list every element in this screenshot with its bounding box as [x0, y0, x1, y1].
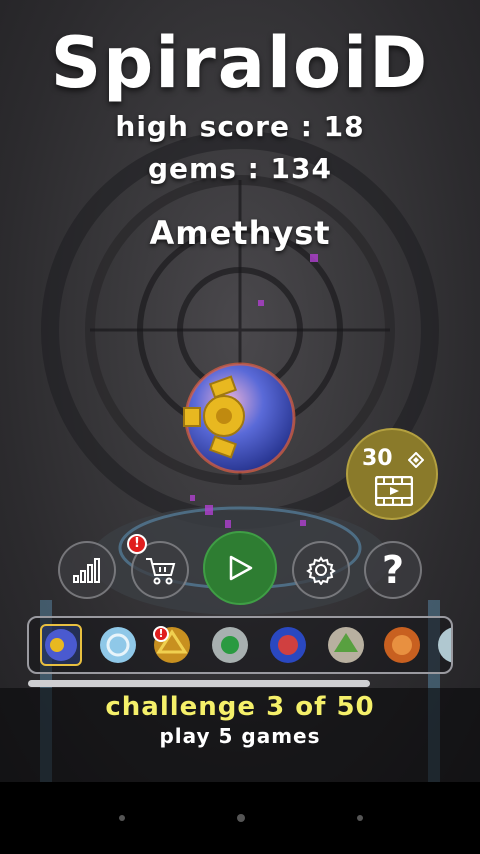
cart-icon [146, 558, 176, 585]
nav-back-button[interactable] [119, 815, 125, 821]
selected-ball-name: Amethyst [149, 214, 331, 252]
challenge-panel: challenge 3 of 50 play 5 games [0, 688, 480, 782]
ball-option-6[interactable] [325, 624, 367, 666]
settings-button[interactable] [292, 541, 350, 599]
gear-icon [306, 556, 336, 585]
ball-thumbnail [384, 627, 420, 663]
shop-alert-badge: ! [127, 534, 147, 554]
ball-thumbnail [100, 627, 136, 663]
nav-home-button[interactable] [237, 814, 245, 822]
nav-recents-button[interactable] [357, 815, 363, 821]
bar-chart-icon [73, 558, 100, 583]
reward-amount: 30 [362, 446, 393, 471]
watch-video-reward-button[interactable]: 30 [346, 428, 438, 520]
ball-thumbnail [328, 627, 364, 663]
ball-option-7[interactable] [381, 624, 423, 666]
player-ball [183, 362, 296, 474]
high-score: high score : 18 [115, 110, 365, 143]
play-icon [229, 555, 253, 581]
android-nav-bar [0, 782, 480, 854]
help-label: ? [381, 548, 405, 592]
game-scene: SpiraloiD high score : 18 gems : 134 Ame… [0, 0, 480, 782]
ball-option-2[interactable] [97, 624, 139, 666]
ball-thumbnail [45, 629, 77, 661]
ball-thumbnail [438, 627, 451, 663]
challenge-description: play 5 games [159, 724, 321, 748]
gem-icon [408, 452, 424, 468]
film-play-icon [375, 476, 413, 506]
ball-option-8[interactable] [435, 624, 451, 666]
play-button[interactable] [203, 531, 277, 605]
gem-count: gems : 134 [147, 152, 332, 185]
ball-3-alert-badge: ! [153, 626, 169, 642]
ball-option-4[interactable] [209, 624, 251, 666]
ball-thumbnail [270, 627, 306, 663]
stats-button[interactable] [58, 541, 116, 599]
game-title: SpiraloiD [50, 22, 430, 104]
ball-strip-scrollbar[interactable] [28, 680, 370, 687]
help-button[interactable]: ? [364, 541, 422, 599]
ball-option-1[interactable] [40, 624, 82, 666]
challenge-title: challenge 3 of 50 [105, 692, 375, 722]
ball-option-5[interactable] [267, 624, 309, 666]
ball-thumbnail [212, 627, 248, 663]
ball-selector-strip[interactable]: ! [27, 616, 453, 674]
